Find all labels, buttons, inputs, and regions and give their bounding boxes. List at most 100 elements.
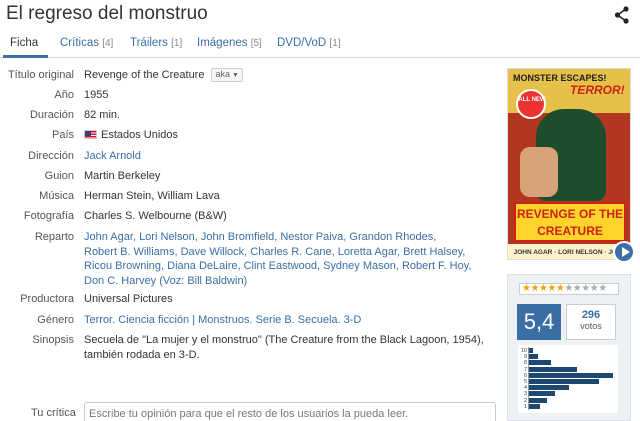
field-label: Fotografía <box>23 210 74 222</box>
tab-count: [4] <box>102 38 114 49</box>
field-label: Música <box>39 190 74 202</box>
histogram-tick-label: 3 <box>523 391 527 398</box>
tab-count: [1] <box>171 38 183 49</box>
chevron-down-icon: ▼ <box>231 72 239 79</box>
cast-link[interactable]: Don C. Harvey (Voz: Bill Baldwin) <box>84 275 247 287</box>
review-input[interactable]: Escribe tu opinión para que el resto de … <box>84 402 496 421</box>
poster-figure-art <box>520 147 558 197</box>
votes-count: 296 <box>581 309 601 321</box>
cast-link[interactable]: Diana DeLaire, <box>167 260 240 272</box>
histogram-bar <box>529 354 538 360</box>
tab-label: Imágenes <box>197 37 248 49</box>
histogram-bar <box>529 366 577 372</box>
genre-links[interactable]: Terror. Ciencia ficción | Monstruos. Ser… <box>84 314 361 326</box>
histogram-bar <box>529 379 599 384</box>
field-label: Guion <box>44 170 74 182</box>
cast-link[interactable]: Robert F. Hoy, <box>402 260 472 272</box>
tab-ficha[interactable]: Ficha <box>10 37 38 49</box>
country-value: Estados Unidos <box>101 129 179 141</box>
histogram-tick-label: 4 <box>523 385 527 392</box>
tab-dvd-vod[interactable]: DVD/VoD [1] <box>277 37 341 49</box>
us-flag-icon <box>84 130 97 139</box>
histogram-bar <box>529 397 547 403</box>
rating-panel: ★★★★★★★★★★ 5,4 296 votos 10 9 8 7 6 5 4 3 2 1 <box>507 274 631 421</box>
histogram-bar <box>529 360 551 366</box>
votes-box[interactable]: 296 votos <box>566 304 616 340</box>
histogram-tick-label: 7 <box>523 366 527 373</box>
cast-link[interactable]: Clint Eastwood, <box>244 260 320 272</box>
votes-label: votos <box>580 321 602 331</box>
cast-link[interactable]: Nestor Paiva, <box>280 231 346 243</box>
aka-label: aka <box>215 69 230 79</box>
histogram-bar <box>529 372 613 378</box>
field-label: Año <box>54 89 74 101</box>
histogram-tick-label: 9 <box>523 354 527 361</box>
photography-value: Charles S. Welbourne (B&W) <box>84 210 227 222</box>
tab-trailers[interactable]: Tráilers [1] <box>130 37 182 49</box>
histogram-tick-label: 10 <box>520 348 527 354</box>
field-label: Dirección <box>28 150 74 162</box>
music-value: Herman Stein, William Lava <box>84 190 220 202</box>
tab-count: [1] <box>329 38 341 49</box>
cast-link[interactable]: Loretta Agar, <box>338 246 400 258</box>
tab-criticas[interactable]: Críticas [4] <box>60 37 113 49</box>
review-label: Tu crítica <box>31 407 76 419</box>
producer-value: Universal Pictures <box>84 293 173 305</box>
field-label: Género <box>37 314 74 326</box>
writer-value: Martin Berkeley <box>84 170 161 182</box>
histogram-tick-label: 1 <box>523 403 527 410</box>
share-icon[interactable] <box>614 6 630 24</box>
tab-label: Críticas <box>60 37 99 49</box>
poster-banner-text: MONSTER ESCAPES! <box>513 73 607 83</box>
page-title: El regreso del monstruo <box>6 3 208 24</box>
cast-link[interactable]: Brett Halsey, <box>403 246 465 258</box>
cast-link[interactable]: Dave Willock, <box>181 246 248 258</box>
field-value: Jack Arnold <box>84 149 489 164</box>
aka-dropdown[interactable]: aka ▼ <box>211 68 243 82</box>
original-title: Revenge of the Creature <box>84 69 205 81</box>
play-icon[interactable] <box>613 241 635 263</box>
field-value: Terror. Ciencia ficción | Monstruos. Ser… <box>84 313 489 328</box>
rating-histogram[interactable]: 10 9 8 7 6 5 4 3 2 1 <box>518 345 618 413</box>
poster-burst <box>516 89 546 119</box>
poster-title-line: REVENGE OF THE <box>516 207 623 221</box>
field-label: Sinopsis <box>32 334 74 346</box>
field-label: Reparto <box>34 231 74 243</box>
field-label: País <box>51 129 74 141</box>
tab-count: [5] <box>250 38 262 49</box>
cast-link[interactable]: John Agar, <box>84 231 136 243</box>
field-label: Productora <box>20 293 74 305</box>
tab-imagenes[interactable]: Imágenes [5] <box>197 37 262 49</box>
synopsis-text: Secuela de "La mujer y el monstruo" (The… <box>84 334 484 361</box>
histogram-tick-label: 6 <box>523 372 527 379</box>
field-label: Título original <box>7 69 74 81</box>
tab-bar: Ficha Críticas [4] Tráilers [1] Imágenes… <box>0 31 640 58</box>
field-value: Estados Unidos <box>84 128 489 143</box>
tab-label: Ficha <box>10 37 39 49</box>
year-value: 1955 <box>84 89 109 101</box>
star-filled-icon: ★★★★★ <box>522 283 565 294</box>
histogram-bar <box>529 348 533 353</box>
histogram-tick-label: 5 <box>523 379 527 385</box>
cast-link[interactable]: Charles R. Cane, <box>250 246 334 258</box>
histogram-bar <box>529 391 555 397</box>
movie-poster[interactable]: MONSTER ESCAPES! ALL NEW TERROR! REVENGE… <box>507 68 631 260</box>
poster-title-line: CREATURE <box>537 224 603 238</box>
poster-terror-text: TERROR! <box>570 83 625 97</box>
average-score: 5,4 <box>517 304 561 340</box>
field-value: Revenge of the Creature aka ▼ <box>84 68 489 83</box>
cast-link[interactable]: Robert B. Williams, <box>84 246 178 258</box>
rating-stars[interactable]: ★★★★★★★★★★ <box>519 283 619 295</box>
cast-link[interactable]: Sydney Mason, <box>323 260 399 272</box>
poster-title: REVENGE OF THE CREATURE <box>514 202 626 242</box>
cast-link[interactable]: John Bromfield, <box>201 231 277 243</box>
field-label: Duración <box>29 109 74 121</box>
tab-label: Tráilers <box>130 37 168 49</box>
title-bar: El regreso del monstruo <box>0 0 640 30</box>
cast-link[interactable]: Grandon Rhodes, <box>349 231 436 243</box>
cast-link[interactable]: Lori Nelson, <box>139 231 198 243</box>
cast-link[interactable]: Ricou Browning, <box>84 260 164 272</box>
director-link[interactable]: Jack Arnold <box>84 150 141 162</box>
histogram-bar <box>529 403 540 409</box>
poster-burst-text: ALL NEW <box>518 97 546 103</box>
